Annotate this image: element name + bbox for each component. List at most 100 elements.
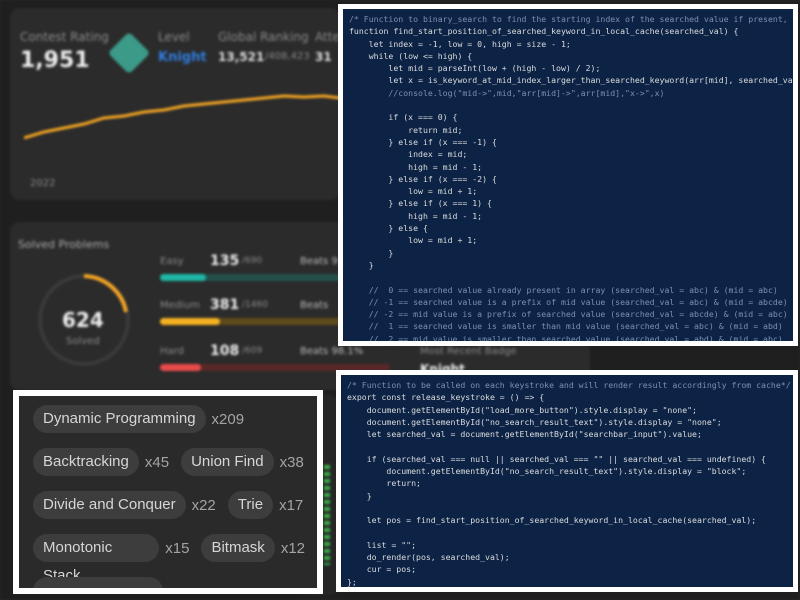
code-line: let mid = parseInt(low + (high - low) / … — [349, 63, 601, 74]
rating-line — [24, 94, 340, 140]
tag-count: x22 — [191, 496, 216, 514]
solved-total-label: Solved — [66, 336, 100, 347]
code-line: let pos = find_start_position_of_searche… — [347, 515, 757, 526]
difficulty-count: 381 — [210, 297, 240, 313]
code-line: let searched_val = document.getElementBy… — [347, 429, 702, 440]
code-line: return mid; — [349, 124, 463, 135]
tag-chip[interactable]: Trie — [227, 491, 274, 519]
contest-rating-label: Contest Rating — [20, 30, 109, 44]
code-line: high = mid - 1; — [349, 210, 483, 221]
tag-count: x17 — [279, 496, 304, 514]
code-line: } — [347, 490, 372, 501]
recent-badge-title: Most Recent Badge — [420, 346, 517, 357]
code-line: do_render(pos, searched_val); — [347, 552, 510, 563]
code-panel-release-keystroke: /* Function to be called on each keystro… — [336, 370, 798, 592]
code-panel-binary-search: /* Function to binary_search to find the… — [338, 4, 798, 346]
code-line: document.getElementById("no_search_resul… — [347, 416, 722, 427]
solved-title: Solved Problems — [18, 238, 110, 251]
contest-rating-card: Contest Rating 1,951 Level Knight Global… — [10, 8, 340, 200]
tag-chip[interactable] — [33, 577, 163, 588]
tag-row: Dynamic Programming x209 — [33, 405, 256, 433]
code-line: document.getElementById("no_search_resul… — [347, 466, 747, 477]
code-line: } — [349, 247, 394, 258]
code-line: while (low <= high) { — [349, 50, 473, 61]
level-value: Knight — [158, 50, 207, 65]
tag-chip[interactable]: Dynamic Programming — [33, 405, 206, 433]
code-line: // -2 == mid value is a prefix of search… — [349, 309, 788, 320]
tag-chip[interactable]: Union Find — [181, 448, 274, 476]
attended-value: 31 — [315, 50, 332, 64]
level-label: Level — [158, 30, 190, 44]
difficulty-beats: Beats — [300, 300, 329, 311]
code-line: document.getElementById("load_more_butto… — [347, 404, 697, 415]
tag-chip[interactable]: Divide and Conquer — [33, 491, 186, 519]
code-line: if (x === 0) { — [349, 112, 458, 123]
tag-row: Backtracking x45 Union Find x38 — [33, 448, 316, 476]
difficulty-count: 135 — [210, 253, 240, 269]
code-line: list = ""; — [347, 539, 417, 550]
code-line: cur = pos; — [347, 564, 417, 575]
code-line: index = mid; — [349, 149, 468, 160]
code-lines: /* Function to binary_search to find the… — [349, 13, 798, 346]
code-line: // 0 == searched value already present i… — [349, 284, 778, 295]
difficulty-name: Hard — [160, 346, 184, 357]
tag-chip[interactable]: Backtracking — [33, 448, 139, 476]
code-line: // 2 == mid value is smaller than search… — [349, 333, 783, 344]
code-line: /* Function to binary_search to find the… — [349, 14, 798, 24]
difficulty-total: /1460 — [242, 300, 268, 310]
global-ranking-value: 13,521 — [218, 50, 265, 64]
code-line: } else if (x === 1) { — [349, 198, 492, 209]
code-line: if (searched_val === null || searched_va… — [347, 453, 766, 464]
tag-chip[interactable]: Monotonic Stack — [33, 534, 160, 584]
tag-row: Divide and Conquer x22 Trie x17 — [33, 491, 315, 519]
code-line: /* Function to be called on each keystro… — [347, 380, 791, 390]
code-line: let x = is_keyword_at_mid_index_larger_t… — [349, 75, 798, 86]
code-line: low = mid + 1; — [349, 186, 478, 197]
code-line: } — [349, 259, 374, 270]
tag-row-cutoff — [33, 577, 163, 588]
difficulty-count: 108 — [210, 343, 240, 359]
tag-count: x12 — [280, 539, 305, 557]
global-ranking-label: Global Ranking — [218, 30, 309, 44]
global-ranking-total: /408,423 — [265, 51, 310, 62]
difficulty-name: Medium — [160, 300, 200, 311]
code-line: } else if (x === -2) { — [349, 173, 497, 184]
code-line: let index = -1, low = 0, high = size - 1… — [349, 38, 571, 49]
difficulty-name: Easy — [160, 256, 184, 267]
chart-year-label: 2022 — [30, 178, 56, 189]
code-line: }; — [347, 576, 357, 587]
tag-chip[interactable]: Bitmask — [201, 534, 275, 562]
contest-rating-value: 1,951 — [20, 48, 90, 73]
tag-row: Monotonic Stack x15 Bitmask x12 — [33, 534, 317, 584]
code-line: export const release_keystroke = () => { — [347, 392, 545, 403]
code-lines: /* Function to be called on each keystro… — [347, 379, 791, 587]
difficulty-progress-fill — [160, 364, 202, 371]
solved-total: 624 — [62, 308, 104, 332]
difficulty-progress-fill — [160, 318, 220, 325]
heatmap-cells — [324, 465, 330, 565]
tag-count: x38 — [279, 453, 304, 471]
difficulty-total: /690 — [242, 256, 263, 266]
code-line: //console.log("mid->",mid,"arr[mid]->",a… — [349, 87, 665, 98]
tag-count: x15 — [165, 539, 190, 557]
difficulty-beats: Beats 98.1% — [300, 346, 364, 357]
code-line: high = mid - 1; — [349, 161, 483, 172]
skill-tags-panel: Dynamic Programming x209 Backtracking x45 Un… — [13, 390, 323, 594]
tag-count: x45 — [144, 453, 170, 471]
code-line: function find_start_position_of_searched… — [349, 26, 739, 37]
code-line: } else { — [349, 223, 428, 234]
tag-count: x209 — [211, 410, 245, 428]
solved-problems-card: Solved Problems 624 Solved Easy 135/690 Be… — [10, 222, 390, 390]
difficulty-progress-fill — [160, 274, 206, 281]
code-line: low = mid + 1; — [349, 235, 478, 246]
difficulty-beats: Beats 9 — [300, 256, 338, 267]
code-line: // 1 == searched value is smaller than m… — [349, 321, 783, 332]
attended-label: Atte — [315, 30, 340, 44]
code-line: } else if (x === -1) { — [349, 136, 497, 147]
